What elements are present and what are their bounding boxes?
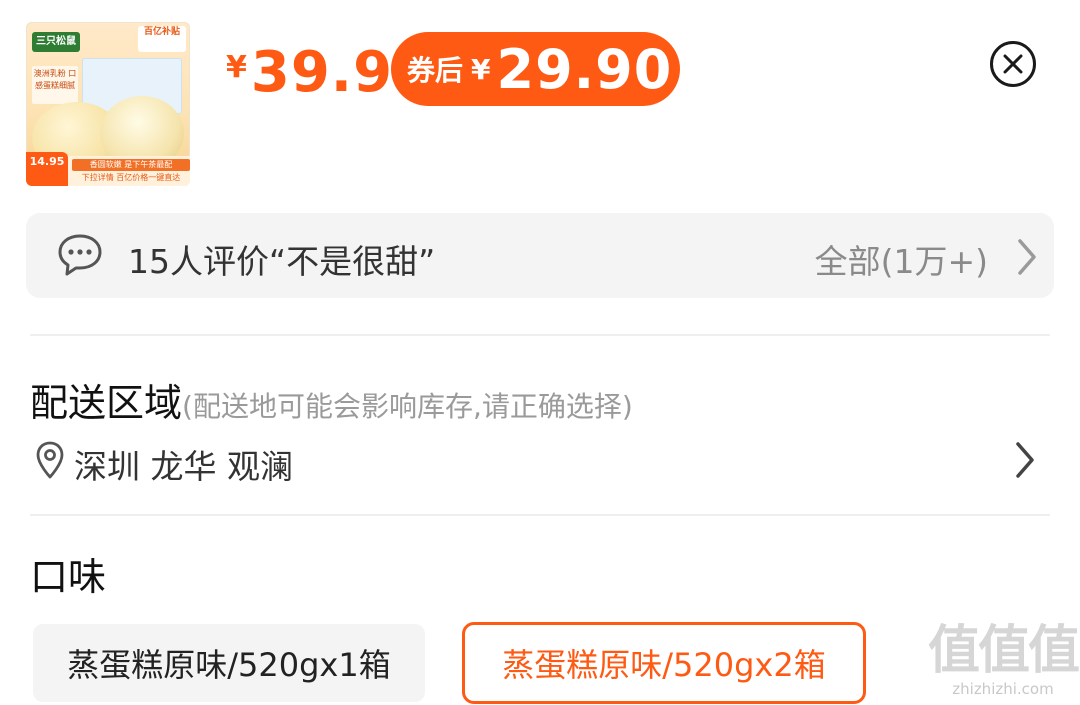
watermark-domain: zhizhizhi.com bbox=[952, 680, 1054, 698]
review-highlight-text: 15人评价“不是很甜” bbox=[128, 242, 436, 281]
location-pin-icon bbox=[36, 441, 64, 479]
divider bbox=[30, 514, 1050, 516]
close-button[interactable] bbox=[990, 41, 1036, 87]
original-price: ¥39.9 bbox=[226, 40, 393, 105]
review-summary-bar[interactable]: 15人评价“不是很甜” 全部(1万+) bbox=[26, 213, 1054, 298]
thumb-brand-logo: 三只松鼠 bbox=[32, 32, 80, 52]
flavor-section-title: 口味 bbox=[30, 555, 107, 599]
delivery-address: 深圳 龙华 观澜 bbox=[74, 447, 293, 486]
delivery-hint: (配送地可能会影响库存,请正确选择) bbox=[182, 390, 633, 423]
product-thumbnail[interactable]: 三只松鼠 百亿补贴 澳洲乳粉 口感蛋糕细腻 香圆软嫩 是下午茶最配 下拉详情 百… bbox=[26, 22, 190, 186]
thumb-banner-2: 下拉详情 百亿价格一键直达 bbox=[81, 173, 181, 182]
delivery-title: 配送区域 bbox=[30, 381, 183, 425]
original-price-value: 39.9 bbox=[250, 40, 394, 105]
flavor-option-1box[interactable]: 蒸蛋糕原味/520gx1箱 bbox=[33, 624, 425, 702]
watermark-logo: 值值值 bbox=[928, 621, 1080, 681]
delivery-section-title: 配送区域(配送地可能会影响库存,请正确选择) bbox=[30, 372, 633, 427]
thumb-banner-1: 香圆软嫩 是下午茶最配 bbox=[72, 159, 190, 171]
divider bbox=[30, 334, 1050, 336]
thumb-price-badge: 14.95 bbox=[26, 152, 68, 186]
chevron-right-icon bbox=[1018, 239, 1036, 275]
coupon-label: 券后 bbox=[407, 54, 464, 87]
flavor-option-2box-selected[interactable]: 蒸蛋糕原味/520gx2箱 bbox=[462, 622, 866, 704]
currency-symbol: ¥ bbox=[226, 50, 247, 85]
coupon-currency-symbol: ¥ bbox=[471, 52, 491, 86]
site-watermark: 值值值 zhizhizhi.com bbox=[928, 621, 1080, 698]
coupon-price-badge: 券后 ¥ 29.90 bbox=[391, 32, 680, 106]
review-all-link[interactable]: 全部(1万+) bbox=[815, 235, 988, 283]
thumb-subsidy-tag: 百亿补贴 bbox=[138, 26, 186, 52]
close-icon bbox=[1003, 54, 1023, 74]
chat-bubble-icon bbox=[58, 234, 102, 276]
chevron-right-icon[interactable] bbox=[1012, 440, 1038, 480]
thumb-side-text: 澳洲乳粉 口感蛋糕细腻 bbox=[32, 66, 78, 104]
coupon-price-value: 29.90 bbox=[496, 37, 673, 101]
